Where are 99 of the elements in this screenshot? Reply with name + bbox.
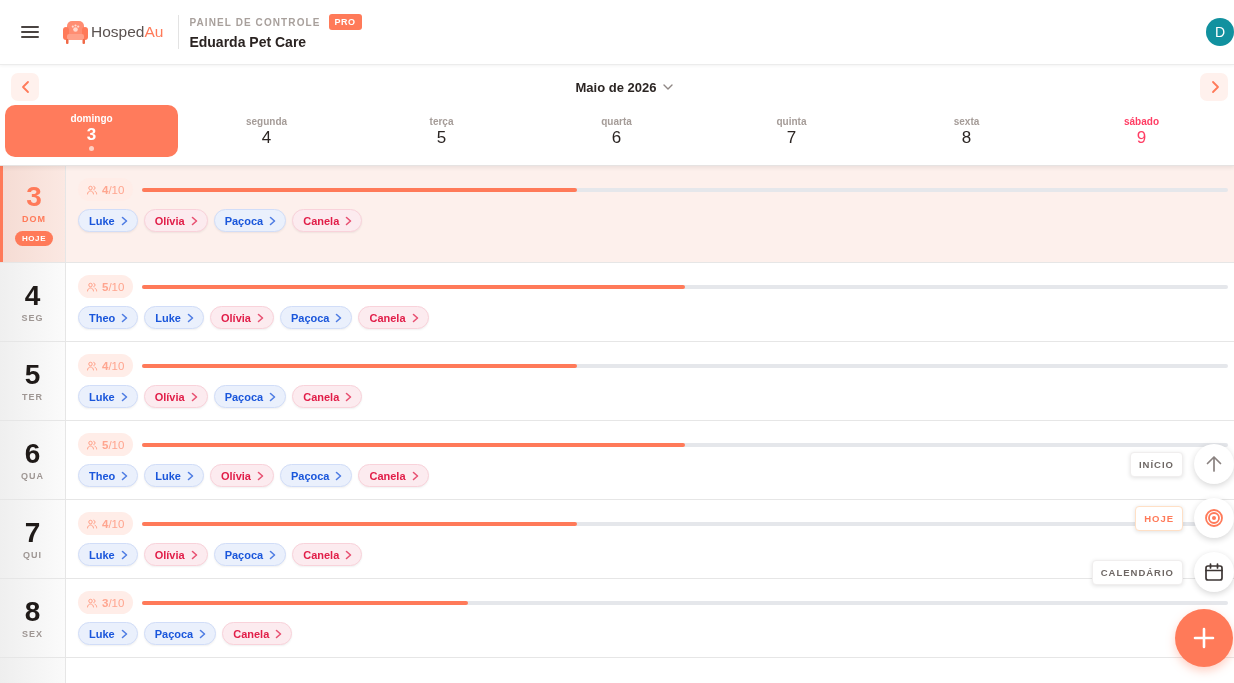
target-icon <box>1205 509 1223 527</box>
day-tab[interactable]: quarta 6 <box>530 105 703 157</box>
day-number: 8 <box>24 597 41 626</box>
day-tab[interactable]: sexta 8 <box>880 105 1053 157</box>
chevron-right-icon <box>269 215 277 226</box>
pet-chip[interactable]: Paçoca <box>213 543 287 566</box>
pet-chip[interactable]: Paçoca <box>213 209 287 232</box>
pet-chip[interactable]: Canela <box>358 464 429 487</box>
chevron-right-icon <box>190 391 198 402</box>
pet-chip[interactable]: Canela <box>358 306 429 329</box>
chevron-down-icon <box>663 84 674 90</box>
brand-name: HospedAu <box>91 23 164 41</box>
weekday-label: DOM <box>22 213 46 224</box>
pet-chip[interactable]: Paçoca <box>213 385 287 408</box>
chevron-right-icon <box>120 628 128 639</box>
armchair-logo-icon <box>62 19 89 45</box>
pet-chip[interactable]: Olívia <box>209 306 274 329</box>
previous-week-button[interactable] <box>11 73 39 101</box>
weekday-label: QUA <box>21 470 44 481</box>
chevron-right-icon <box>345 549 353 560</box>
chevron-right-icon <box>120 215 128 226</box>
chevron-right-icon <box>186 312 194 323</box>
pet-chip[interactable]: Luke <box>78 209 138 232</box>
chevron-right-icon <box>256 470 264 481</box>
weekday-label: SEX <box>22 628 43 639</box>
people-icon <box>86 596 98 609</box>
day-number: 3 <box>26 182 42 211</box>
day-tab[interactable]: segunda 4 <box>180 105 353 157</box>
pet-chip[interactable]: Olívia <box>143 385 208 408</box>
section-label: PAINEL DE CONTROLE <box>189 16 321 28</box>
pet-chip[interactable]: Luke <box>144 306 204 329</box>
day-number: 4 <box>24 281 41 310</box>
chevron-right-icon <box>335 470 343 481</box>
pet-chip[interactable]: Olívia <box>143 209 208 232</box>
people-icon <box>86 517 98 530</box>
pet-chip[interactable]: Canela <box>222 622 293 645</box>
day-tab[interactable]: terça 5 <box>355 105 528 157</box>
chevron-right-icon <box>269 391 277 402</box>
chevron-right-icon <box>121 312 129 323</box>
occupancy-count: 4/10 <box>102 183 125 196</box>
people-icon <box>86 359 98 372</box>
pet-chip[interactable]: Paçoca <box>143 622 217 645</box>
chevron-right-icon <box>199 628 207 639</box>
pet-chip[interactable]: Luke <box>144 464 204 487</box>
day-tab[interactable]: sábado 9 <box>1055 105 1228 157</box>
people-icon <box>86 280 98 293</box>
chevron-right-icon <box>335 312 343 323</box>
pet-chip[interactable]: Luke <box>78 385 138 408</box>
pet-chip[interactable]: Paçoca <box>279 464 353 487</box>
plus-icon <box>1193 627 1215 649</box>
occupancy-count: 4/10 <box>102 517 125 530</box>
chevron-left-icon <box>19 80 31 94</box>
chevron-right-icon <box>186 470 194 481</box>
menu-icon <box>21 25 39 39</box>
today-badge: HOJE <box>14 230 54 246</box>
day-number: 5 <box>24 360 41 389</box>
action-label: CALENDÁRIO <box>1091 559 1183 585</box>
chevron-right-icon <box>121 470 129 481</box>
chevron-right-icon <box>345 391 353 402</box>
occupancy-count: 5/10 <box>102 280 125 293</box>
chevron-right-icon <box>345 215 353 226</box>
chevron-right-icon <box>120 549 128 560</box>
arrow-up-icon <box>1205 455 1223 473</box>
pet-chip[interactable]: Canela <box>292 385 363 408</box>
pet-chip[interactable]: Olívia <box>209 464 274 487</box>
weekday-label: TER <box>22 391 43 402</box>
pet-chip[interactable]: Theo <box>78 306 139 329</box>
action-label: HOJE <box>1135 505 1183 531</box>
calendar-icon <box>1205 563 1223 581</box>
pet-chip[interactable]: Paçoca <box>279 306 353 329</box>
chevron-right-icon <box>411 470 419 481</box>
pet-chip[interactable]: Olívia <box>143 543 208 566</box>
chevron-right-icon <box>411 312 419 323</box>
plan-badge: PRO <box>328 14 362 30</box>
occupancy-count: 3/10 <box>102 596 125 609</box>
user-avatar[interactable]: D <box>1206 18 1234 46</box>
chevron-right-icon <box>275 628 283 639</box>
pet-chip[interactable]: Canela <box>292 209 363 232</box>
chevron-right-icon <box>256 312 264 323</box>
month-selector[interactable]: Maio de 2026 <box>575 79 674 95</box>
occupancy-count: 5/10 <box>102 438 125 451</box>
pet-chip[interactable]: Canela <box>292 543 363 566</box>
business-name: Eduarda Pet Care <box>189 34 308 50</box>
people-icon <box>86 438 98 451</box>
pet-chip[interactable]: Theo <box>78 464 139 487</box>
day-number: 7 <box>24 518 41 547</box>
people-icon <box>86 183 98 196</box>
day-number: 6 <box>24 439 41 468</box>
pet-chip[interactable]: Luke <box>78 543 138 566</box>
chevron-right-icon <box>120 391 128 402</box>
day-tab[interactable]: quinta 7 <box>705 105 878 157</box>
chevron-right-icon <box>190 549 198 560</box>
pet-chip[interactable]: Luke <box>78 622 138 645</box>
occupancy-count: 4/10 <box>102 359 125 372</box>
next-week-button[interactable] <box>1200 73 1228 101</box>
weekday-label: SEG <box>21 312 44 323</box>
weekday-label: QUI <box>23 549 42 560</box>
chevron-right-icon <box>269 549 277 560</box>
chevron-right-icon <box>190 215 198 226</box>
